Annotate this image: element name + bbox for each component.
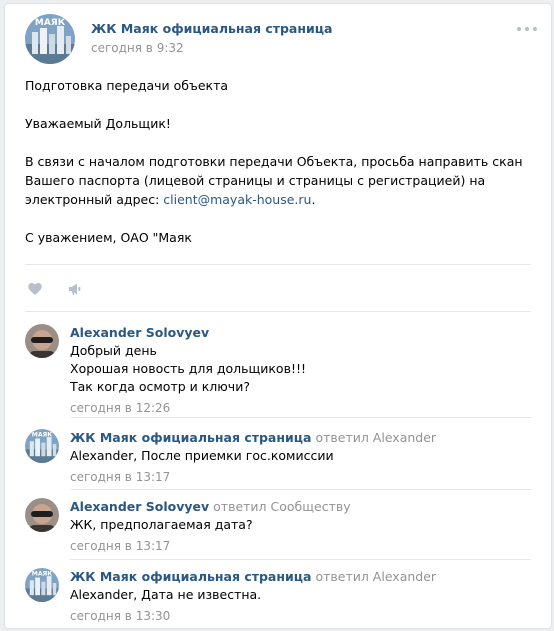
comment-timestamp[interactable]: сегодня в 13:17	[70, 468, 530, 486]
post-author[interactable]: ЖК Маяк официальная страница	[91, 21, 332, 36]
comment-timestamp[interactable]: сегодня в 13:30	[70, 607, 530, 625]
logo-text: МАЯК	[32, 570, 53, 577]
post-body: Подготовка передачи объекта Уважаемый До…	[25, 76, 537, 266]
mayak-logo-icon: МАЯК	[25, 568, 59, 602]
divider	[70, 489, 531, 490]
avatar[interactable]: МАЯК	[25, 568, 59, 602]
heart-icon	[28, 283, 42, 295]
reply-indicator[interactable]: ответил Alexander	[315, 569, 436, 584]
post-paragraph: Уважаемый Дольщик!	[25, 116, 171, 131]
logo-text: МАЯК	[35, 18, 66, 28]
comment-author[interactable]: Alexander Solovyev	[70, 499, 209, 514]
reply-indicator[interactable]: ответил Alexander	[315, 430, 436, 445]
comment-author[interactable]: ЖК Маяк официальная страница	[70, 430, 311, 445]
comment-text-line: Хорошая новость для дольщиков!!!	[70, 361, 306, 376]
comment: Alexander Solovyev Добрый день Хорошая н…	[25, 324, 533, 415]
user-photo-icon	[25, 498, 59, 532]
comment-timestamp[interactable]: сегодня в 12:26	[70, 399, 530, 417]
comment-author[interactable]: ЖК Маяк официальная страница	[70, 569, 311, 584]
post-paragraph: В связи с началом подготовки передачи Об…	[25, 152, 537, 209]
megaphone-icon	[69, 283, 81, 295]
avatar[interactable]: МАЯК	[25, 429, 59, 463]
email-suffix: .	[311, 192, 316, 207]
divider	[70, 559, 531, 560]
community-avatar[interactable]: МАЯК	[25, 14, 75, 64]
comment-content: ЖК Маяк официальная страница ответил Ale…	[70, 568, 530, 625]
comment-author[interactable]: Alexander Solovyev	[70, 325, 209, 340]
user-photo-icon	[25, 324, 59, 358]
comment-text-line: Добрый день	[70, 343, 157, 358]
more-dots-icon[interactable]	[515, 22, 539, 36]
comment-text-line: Alexander, Дата не известна.	[70, 587, 262, 602]
comment-content: Alexander Solovyev Добрый день Хорошая н…	[70, 324, 530, 417]
comment: Alexander Solovyev ответил Сообществу ЖК…	[25, 498, 533, 554]
comment: МАЯК ЖК Маяк официальная страница ответи…	[25, 568, 533, 624]
comment-content: Alexander Solovyev ответил Сообществу ЖК…	[70, 498, 530, 555]
post-card: МАЯК ЖК Маяк официальная страница сегодн…	[4, 3, 552, 629]
comment-text-line: ЖК, предполагаемая дата?	[70, 517, 253, 532]
comment-text-line: Так когда осмотр и ключи?	[70, 379, 250, 394]
comment-content: ЖК Маяк официальная страница ответил Ale…	[70, 429, 530, 486]
avatar[interactable]	[25, 498, 59, 532]
post-signature: С уважением, ОАО "Маяк	[25, 230, 192, 245]
email-link[interactable]: client@mayak-house.ru	[163, 192, 311, 207]
comment-timestamp[interactable]: сегодня в 13:17	[70, 537, 530, 555]
post-header: МАЯК ЖК Маяк официальная страница сегодн…	[25, 14, 537, 66]
divider	[25, 264, 531, 265]
divider	[25, 311, 531, 312]
mayak-logo-icon: МАЯК	[25, 429, 59, 463]
comment-text-line: Alexander, После приемки гос.комиссии	[70, 448, 334, 463]
avatar[interactable]	[25, 324, 59, 358]
like-button[interactable]	[27, 281, 43, 299]
mayak-logo-icon: МАЯК	[25, 14, 75, 64]
divider	[70, 417, 531, 418]
share-button[interactable]	[67, 281, 83, 299]
comment: МАЯК ЖК Маяк официальная страница ответи…	[25, 429, 533, 485]
logo-text: МАЯК	[32, 431, 53, 438]
reply-indicator[interactable]: ответил Сообществу	[213, 499, 350, 514]
post-timestamp[interactable]: сегодня в 9:32	[91, 41, 184, 55]
post-paragraph: Подготовка передачи объекта	[25, 78, 229, 93]
